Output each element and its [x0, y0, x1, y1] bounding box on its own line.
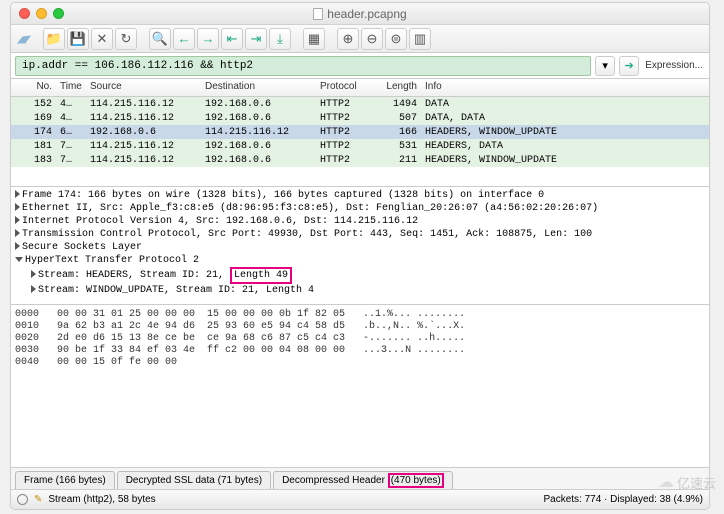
status-bar: ✎ Stream (http2), 58 bytes Packets: 774 …: [11, 489, 709, 509]
next-icon[interactable]: →: [197, 28, 219, 50]
packet-row[interactable]: 1524…114.215.116.12192.168.0.6HTTP21494D…: [11, 97, 709, 111]
hex-row: 0040 00 00 15 0f fe 00 00: [15, 357, 705, 369]
packet-row[interactable]: 1817…114.215.116.12192.168.0.6HTTP2531HE…: [11, 139, 709, 153]
prev-icon[interactable]: ←: [173, 28, 195, 50]
hex-view[interactable]: 0000 00 00 31 01 25 00 00 00 15 00 00 00…: [11, 305, 709, 467]
detail-stream-headers[interactable]: Stream: HEADERS, Stream ID: 21, Length 4…: [15, 267, 705, 284]
close-file-icon[interactable]: ✕: [91, 28, 113, 50]
autoscroll-icon[interactable]: ⤓: [269, 28, 291, 50]
status-left-text: Stream (http2), 58 bytes: [48, 494, 155, 505]
col-protocol[interactable]: Protocol: [316, 79, 376, 96]
length-highlight: Length 49: [230, 267, 292, 284]
col-no[interactable]: No.: [11, 79, 56, 96]
toolbar: 📁 💾 ✕ ↻ 🔍 ← → ⇤ ⇥ ⤓ ▦ ⊕ ⊖ ⊜ ▥: [11, 25, 709, 53]
col-source[interactable]: Source: [86, 79, 201, 96]
close-window-icon[interactable]: [19, 8, 30, 19]
titlebar: header.pcapng: [11, 3, 709, 25]
zoom-in-icon[interactable]: ⊕: [337, 28, 359, 50]
hex-row: 0000 00 00 31 01 25 00 00 00 15 00 00 00…: [15, 309, 705, 321]
zoom-reset-icon[interactable]: ⊜: [385, 28, 407, 50]
minimize-window-icon[interactable]: [36, 8, 47, 19]
display-filter-input[interactable]: [15, 56, 591, 76]
col-info[interactable]: Info: [421, 79, 709, 96]
jump-last-icon[interactable]: ⇥: [245, 28, 267, 50]
packet-row[interactable]: 1837…114.215.116.12192.168.0.6HTTP2211HE…: [11, 153, 709, 167]
tab-decompressed-header[interactable]: Decompressed Header (470 bytes): [273, 471, 453, 489]
col-time[interactable]: Time: [56, 79, 86, 96]
save-icon[interactable]: 💾: [67, 28, 89, 50]
hex-row: 0020 2d e0 d6 15 13 8e ce be ce 9a 68 c6…: [15, 333, 705, 345]
reload-icon[interactable]: ↻: [115, 28, 137, 50]
packet-row[interactable]: 1746…192.168.0.6114.215.116.12HTTP2166HE…: [11, 125, 709, 139]
app-icon: [17, 34, 31, 44]
resize-columns-icon[interactable]: ▥: [409, 28, 431, 50]
window-title: header.pcapng: [327, 7, 406, 21]
packet-list-header: No. Time Source Destination Protocol Len…: [11, 79, 709, 97]
maximize-window-icon[interactable]: [53, 8, 64, 19]
status-right-text: Packets: 774 · Displayed: 38 (4.9%): [543, 494, 703, 505]
status-hint-icon: ✎: [34, 494, 42, 505]
byte-view-tabs: Frame (166 bytes) Decrypted SSL data (71…: [11, 467, 709, 489]
detail-frame[interactable]: Frame 174: 166 bytes on wire (1328 bits)…: [15, 189, 705, 202]
tab-decrypted-ssl[interactable]: Decrypted SSL data (71 bytes): [117, 471, 271, 489]
packet-list: No. Time Source Destination Protocol Len…: [11, 79, 709, 187]
col-destination[interactable]: Destination: [201, 79, 316, 96]
detail-tcp[interactable]: Transmission Control Protocol, Src Port:…: [15, 228, 705, 241]
detail-ethernet[interactable]: Ethernet II, Src: Apple_f3:c8:e5 (d8:96:…: [15, 202, 705, 215]
bytes-highlight: (470 bytes): [388, 473, 444, 488]
col-length[interactable]: Length: [376, 79, 421, 96]
packet-details: Frame 174: 166 bytes on wire (1328 bits)…: [11, 187, 709, 305]
hex-row: 0030 90 be 1f 33 84 ef 03 4e ff c2 00 00…: [15, 345, 705, 357]
jump-first-icon[interactable]: ⇤: [221, 28, 243, 50]
detail-http2[interactable]: HyperText Transfer Protocol 2: [15, 254, 705, 267]
expert-info-icon[interactable]: [17, 494, 28, 505]
apply-filter-icon[interactable]: ➔: [619, 56, 639, 76]
folder-open-icon[interactable]: 📁: [43, 28, 65, 50]
expression-button[interactable]: Expression...: [643, 60, 705, 71]
detail-ip[interactable]: Internet Protocol Version 4, Src: 192.16…: [15, 215, 705, 228]
filter-bar: ▾ ➔ Expression...: [11, 53, 709, 79]
bookmark-filter-icon[interactable]: ▾: [595, 56, 615, 76]
tab-frame[interactable]: Frame (166 bytes): [15, 471, 115, 489]
zoom-out-icon[interactable]: ⊖: [361, 28, 383, 50]
document-icon: [313, 8, 323, 20]
detail-stream-windowupdate[interactable]: Stream: WINDOW_UPDATE, Stream ID: 21, Le…: [15, 284, 705, 297]
colorize-icon[interactable]: ▦: [303, 28, 325, 50]
detail-ssl[interactable]: Secure Sockets Layer: [15, 241, 705, 254]
hex-row: 0010 9a 62 b3 a1 2c 4e 94 d6 25 93 60 e5…: [15, 321, 705, 333]
find-icon[interactable]: 🔍: [149, 28, 171, 50]
packet-row[interactable]: 1694…114.215.116.12192.168.0.6HTTP2507DA…: [11, 111, 709, 125]
